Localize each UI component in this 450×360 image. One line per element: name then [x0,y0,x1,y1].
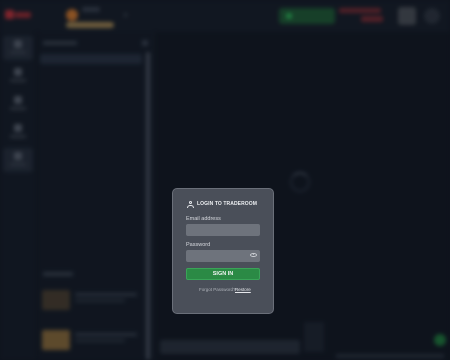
password-label: Password [186,242,211,248]
forgot-password-text: Forgot Password? [199,287,236,292]
restore-link[interactable]: Restore [235,287,251,292]
dialog-title-text: LOGIN TO TRADEROOM [197,201,258,207]
user-icon-head [189,200,192,204]
user-icon [187,200,194,208]
dialog-title: LOGIN TO TRADEROOM [187,200,257,208]
login-dialog: LOGIN TO TRADEROOM Email address Passwor… [172,188,274,314]
email-field[interactable] [186,224,260,236]
eye-icon[interactable] [250,253,257,257]
email-label: Email address [186,216,221,222]
password-field[interactable] [186,250,260,262]
user-icon-body [187,204,194,208]
sign-in-button[interactable]: SIGN IN [186,268,260,280]
